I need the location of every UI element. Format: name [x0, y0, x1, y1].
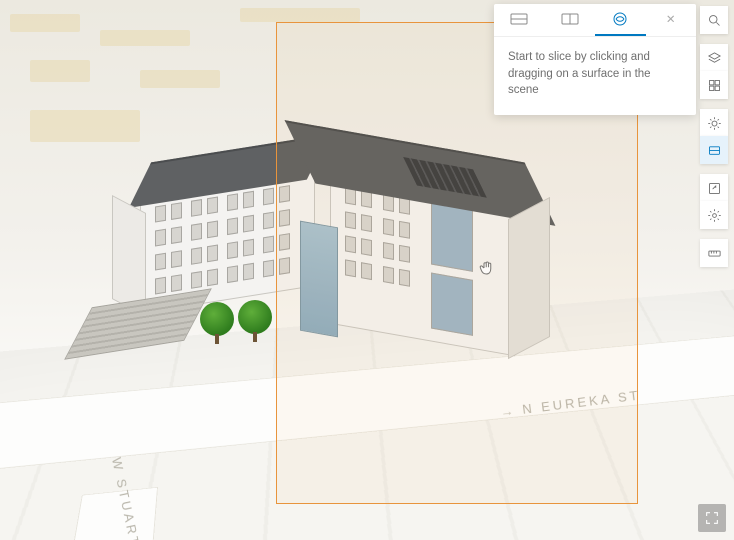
- slice-panel-tabs: ✕: [494, 4, 696, 37]
- slice-button[interactable]: [700, 136, 728, 164]
- share-icon: [707, 181, 722, 196]
- background-building: [140, 70, 220, 88]
- basemap-button[interactable]: [700, 71, 728, 99]
- tree: [200, 302, 234, 336]
- tree-trunk: [215, 334, 219, 344]
- background-building: [30, 60, 90, 82]
- slice-panel-hint: Start to slice by clicking and dragging …: [494, 37, 696, 115]
- right-toolbar: [700, 6, 728, 267]
- background-building: [10, 14, 80, 32]
- settings-button[interactable]: [700, 201, 728, 229]
- share-button[interactable]: [700, 174, 728, 202]
- slice-panel: ✕ Start to slice by clicking and draggin…: [494, 4, 696, 115]
- layers-icon: [707, 51, 722, 66]
- basemap-icon: [707, 78, 722, 93]
- background-building: [100, 30, 190, 46]
- sun-icon: [707, 116, 722, 131]
- fullscreen-button[interactable]: [698, 504, 726, 532]
- slice-plane-icon: [611, 10, 629, 28]
- measure-icon: [707, 246, 722, 261]
- solar-panels: [403, 157, 487, 198]
- building-entrance-glass: [300, 221, 338, 338]
- background-building: [240, 8, 360, 22]
- tree: [238, 300, 272, 334]
- tree-trunk: [253, 332, 257, 342]
- layers-button[interactable]: [700, 44, 728, 72]
- slice-tab-plane[interactable]: [595, 4, 646, 36]
- fullscreen-icon: [704, 510, 720, 526]
- slice-horizontal-icon: [509, 12, 529, 26]
- background-building: [30, 110, 140, 142]
- slice-tab-horizontal[interactable]: [494, 4, 545, 34]
- close-icon: ✕: [666, 12, 676, 26]
- daylight-button[interactable]: [700, 109, 728, 137]
- slice-tab-vertical[interactable]: [545, 4, 596, 34]
- slice-vertical-icon: [560, 12, 580, 26]
- search-button[interactable]: [700, 6, 728, 34]
- arrow-icon: →: [500, 403, 518, 420]
- gear-icon: [707, 208, 722, 223]
- slice-icon: [707, 143, 722, 158]
- close-button[interactable]: ✕: [646, 4, 697, 34]
- measure-button[interactable]: [700, 239, 728, 267]
- building-wall-side: [508, 197, 550, 359]
- search-icon: [707, 13, 722, 28]
